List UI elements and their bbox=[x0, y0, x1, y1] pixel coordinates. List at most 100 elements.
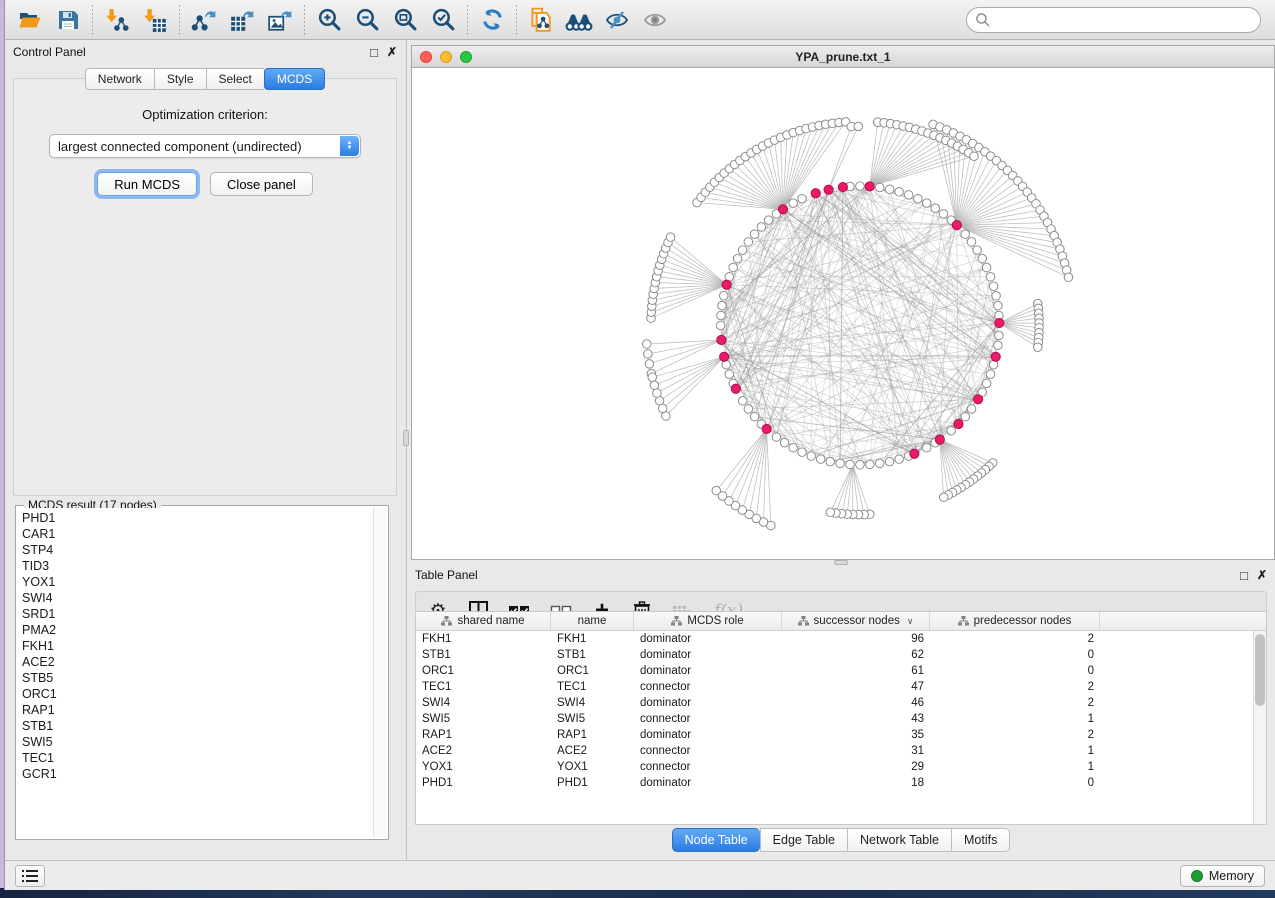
result-node-item[interactable]: FKH1 bbox=[22, 638, 373, 654]
network-canvas[interactable] bbox=[412, 68, 1274, 559]
column-header-shared-name[interactable]: shared name bbox=[416, 612, 551, 630]
table-row[interactable]: TEC1TEC1connector472 bbox=[416, 679, 1266, 695]
zoom-out-icon bbox=[355, 7, 380, 32]
column-header-MCDS-role[interactable]: MCDS role bbox=[634, 612, 782, 630]
result-node-item[interactable]: STB1 bbox=[22, 718, 373, 734]
run-mcds-button[interactable]: Run MCDS bbox=[97, 172, 197, 196]
result-node-item[interactable]: SRD1 bbox=[22, 606, 373, 622]
result-node-item[interactable]: YOX1 bbox=[22, 574, 373, 590]
column-header-successor-nodes[interactable]: successor nodes∨ bbox=[782, 612, 930, 630]
show-graphics-button[interactable] bbox=[636, 3, 674, 37]
table-scrollbar[interactable] bbox=[1253, 631, 1266, 824]
tab-node-table[interactable]: Node Table bbox=[672, 828, 760, 852]
cell-MCDS-role: dominator bbox=[634, 777, 782, 789]
horizontal-splitter-grip[interactable] bbox=[834, 560, 848, 565]
zoom-fit-button[interactable] bbox=[386, 3, 424, 37]
column-header-name[interactable]: name bbox=[551, 612, 634, 630]
result-node-item[interactable]: ACE2 bbox=[22, 654, 373, 670]
result-node-item[interactable]: SWI4 bbox=[22, 590, 373, 606]
result-node-item[interactable]: STB5 bbox=[22, 670, 373, 686]
result-node-item[interactable]: RAP1 bbox=[22, 702, 373, 718]
table-panel-tabs: Node TableEdge TableNetwork TableMotifs bbox=[407, 828, 1275, 852]
float-table-panel-icon[interactable]: □ bbox=[1240, 568, 1248, 583]
cell-name: SWI5 bbox=[551, 713, 634, 725]
mcds-tab-content: Optimization criterion: largest connecte… bbox=[13, 78, 397, 496]
cell-shared-name: ACE2 bbox=[416, 745, 551, 757]
cell-name: ACE2 bbox=[551, 745, 634, 757]
result-node-item[interactable]: PMA2 bbox=[22, 622, 373, 638]
close-panel-icon[interactable]: ✗ bbox=[387, 45, 397, 59]
table-row[interactable]: PHD1PHD1dominator180 bbox=[416, 775, 1266, 791]
export-table-button[interactable] bbox=[223, 3, 261, 37]
zoom-fit-icon bbox=[393, 7, 418, 32]
search-icon bbox=[975, 12, 991, 28]
vertical-splitter-grip[interactable] bbox=[403, 430, 409, 446]
import-network-button[interactable] bbox=[98, 3, 136, 37]
cell-name: RAP1 bbox=[551, 729, 634, 741]
refresh-icon bbox=[480, 7, 505, 32]
zoom-in-button[interactable] bbox=[310, 3, 348, 37]
cell-shared-name: SWI5 bbox=[416, 713, 551, 725]
table-row[interactable]: YOX1YOX1connector291 bbox=[416, 759, 1266, 775]
import-network-icon bbox=[104, 7, 130, 33]
result-node-item[interactable]: TEC1 bbox=[22, 750, 373, 766]
table-row[interactable]: FKH1FKH1dominator962 bbox=[416, 631, 1266, 647]
export-image-button[interactable] bbox=[261, 3, 299, 37]
result-node-item[interactable]: ORC1 bbox=[22, 686, 373, 702]
first-neighbors-button[interactable] bbox=[560, 3, 598, 37]
tab-network-table[interactable]: Network Table bbox=[847, 828, 951, 852]
memory-button[interactable]: Memory bbox=[1180, 865, 1265, 887]
result-node-item[interactable]: CAR1 bbox=[22, 526, 373, 542]
save-session-button[interactable] bbox=[49, 3, 87, 37]
export-network-button[interactable] bbox=[185, 3, 223, 37]
tab-select[interactable]: Select bbox=[206, 68, 264, 90]
result-node-item[interactable]: STP4 bbox=[22, 542, 373, 558]
cell-MCDS-role: connector bbox=[634, 681, 782, 693]
result-list-scrollbar[interactable] bbox=[373, 508, 386, 837]
table-row[interactable]: RAP1RAP1dominator352 bbox=[416, 727, 1266, 743]
cell-name: YOX1 bbox=[551, 761, 634, 773]
refresh-button[interactable] bbox=[473, 3, 511, 37]
cell-successor-nodes: 61 bbox=[782, 665, 930, 677]
import-table-button[interactable] bbox=[136, 3, 174, 37]
memory-label: Memory bbox=[1209, 869, 1254, 883]
search-input[interactable] bbox=[966, 7, 1261, 33]
table-row[interactable]: ACE2ACE2connector311 bbox=[416, 743, 1266, 759]
table-scrollbar-thumb[interactable] bbox=[1255, 634, 1265, 706]
column-header-predecessor-nodes[interactable]: predecessor nodes bbox=[930, 612, 1100, 630]
table-row[interactable]: SWI5SWI5connector431 bbox=[416, 711, 1266, 727]
cell-successor-nodes: 29 bbox=[782, 761, 930, 773]
tab-mcds[interactable]: MCDS bbox=[264, 68, 325, 90]
task-history-button[interactable] bbox=[15, 865, 45, 887]
result-node-item[interactable]: SWI5 bbox=[22, 734, 373, 750]
cell-predecessor-nodes: 1 bbox=[930, 745, 1100, 757]
zoom-selected-button[interactable] bbox=[424, 3, 462, 37]
zoom-out-button[interactable] bbox=[348, 3, 386, 37]
table-header-row: shared namenameMCDS rolesuccessor nodes∨… bbox=[416, 612, 1266, 631]
mcds-result-list[interactable]: PHD1CAR1STP4TID3YOX1SWI4SRD1PMA2FKH1ACE2… bbox=[18, 508, 373, 837]
clone-network-button[interactable] bbox=[522, 3, 560, 37]
toolbar-separator bbox=[304, 5, 305, 35]
tab-motifs[interactable]: Motifs bbox=[951, 828, 1010, 852]
cell-MCDS-role: connector bbox=[634, 761, 782, 773]
cell-MCDS-role: dominator bbox=[634, 665, 782, 677]
open-file-button[interactable] bbox=[11, 3, 49, 37]
criterion-select[interactable]: largest connected component (undirected)… bbox=[49, 134, 361, 158]
cell-name: SWI4 bbox=[551, 697, 634, 709]
network-window-titlebar[interactable]: YPA_prune.txt_1 bbox=[412, 46, 1274, 68]
tab-network[interactable]: Network bbox=[85, 68, 154, 90]
table-row[interactable]: ORC1ORC1dominator610 bbox=[416, 663, 1266, 679]
select-stepper-icon: ▲▼ bbox=[340, 136, 359, 156]
tab-edge-table[interactable]: Edge Table bbox=[760, 828, 847, 852]
hide-graphics-button[interactable] bbox=[598, 3, 636, 37]
result-node-item[interactable]: PHD1 bbox=[22, 510, 373, 526]
close-table-panel-icon[interactable]: ✗ bbox=[1257, 568, 1267, 582]
close-panel-button[interactable]: Close panel bbox=[210, 172, 313, 196]
table-row[interactable]: STB1STB1dominator620 bbox=[416, 647, 1266, 663]
result-node-item[interactable]: GCR1 bbox=[22, 766, 373, 782]
result-node-item[interactable]: TID3 bbox=[22, 558, 373, 574]
float-window-icon[interactable]: □ bbox=[370, 45, 378, 60]
table-row[interactable]: SWI4SWI4dominator462 bbox=[416, 695, 1266, 711]
tab-style[interactable]: Style bbox=[154, 68, 206, 90]
cell-predecessor-nodes: 2 bbox=[930, 633, 1100, 645]
